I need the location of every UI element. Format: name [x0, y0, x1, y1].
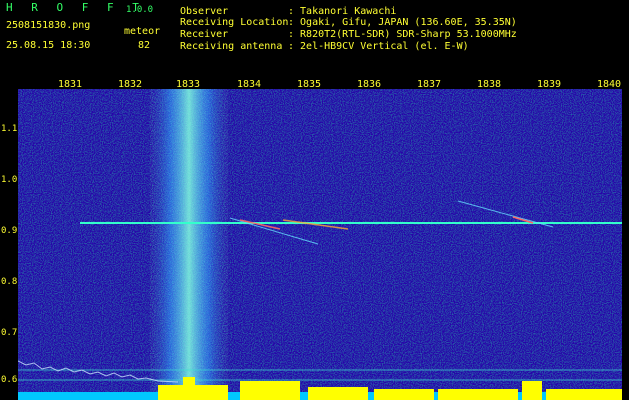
- noise-floor: [18, 89, 622, 400]
- level-bar: [308, 387, 368, 400]
- info-value-location: : Ogaki, Gifu, JAPAN (136.60E, 35.35N): [288, 17, 517, 28]
- freq-tick-label: 1.0: [1, 175, 18, 185]
- meteor-echo-speckle: [150, 89, 228, 400]
- mode-label: meteor: [124, 26, 161, 37]
- spectrogram-canvas: [18, 89, 622, 400]
- header-panel: H R O F F T 1.0.0 2508151830.png meteor …: [0, 0, 629, 76]
- level-bar: [522, 381, 542, 400]
- freq-tick-label: 0.9: [1, 226, 18, 236]
- freq-tick-label: 0.6: [1, 375, 18, 385]
- level-bar: [374, 389, 434, 400]
- info-value-antenna: : 2el-HB9CV Vertical (el. E-W): [288, 41, 469, 52]
- file-name: 2508151830.png: [6, 20, 91, 31]
- info-label-antenna: Receiving antenna: [180, 41, 283, 52]
- spectrogram: [18, 89, 622, 400]
- info-label-receiver: Receiver: [180, 29, 229, 40]
- freq-tick-label: 1.1: [1, 124, 18, 134]
- level-bar: [183, 377, 195, 400]
- frequency-axis: kHz 1.1 1.0 0.9 0.8 0.7 0.6: [0, 76, 18, 400]
- level-bar: [240, 381, 300, 400]
- app-version: 1.0.0: [126, 5, 154, 15]
- level-bar: [438, 389, 518, 400]
- freq-tick-label: 0.8: [1, 277, 18, 287]
- level-bar: [546, 389, 622, 400]
- info-value-receiver: : R820T2(RTL-SDR) SDR-Sharp 53.1000MHz: [288, 29, 517, 40]
- observation-datetime: 25.08.15 18:30: [6, 40, 91, 51]
- right-margin: [622, 76, 629, 400]
- freq-tick-label: 0.7: [1, 328, 18, 338]
- time-axis: 1831 1832 1833 1834 1835 1836 1837 1838 …: [0, 76, 629, 90]
- info-label-location: Receiving Location: [180, 17, 289, 28]
- app-brand: H R O F F T: [6, 1, 145, 14]
- meteor-count: 82: [138, 40, 151, 51]
